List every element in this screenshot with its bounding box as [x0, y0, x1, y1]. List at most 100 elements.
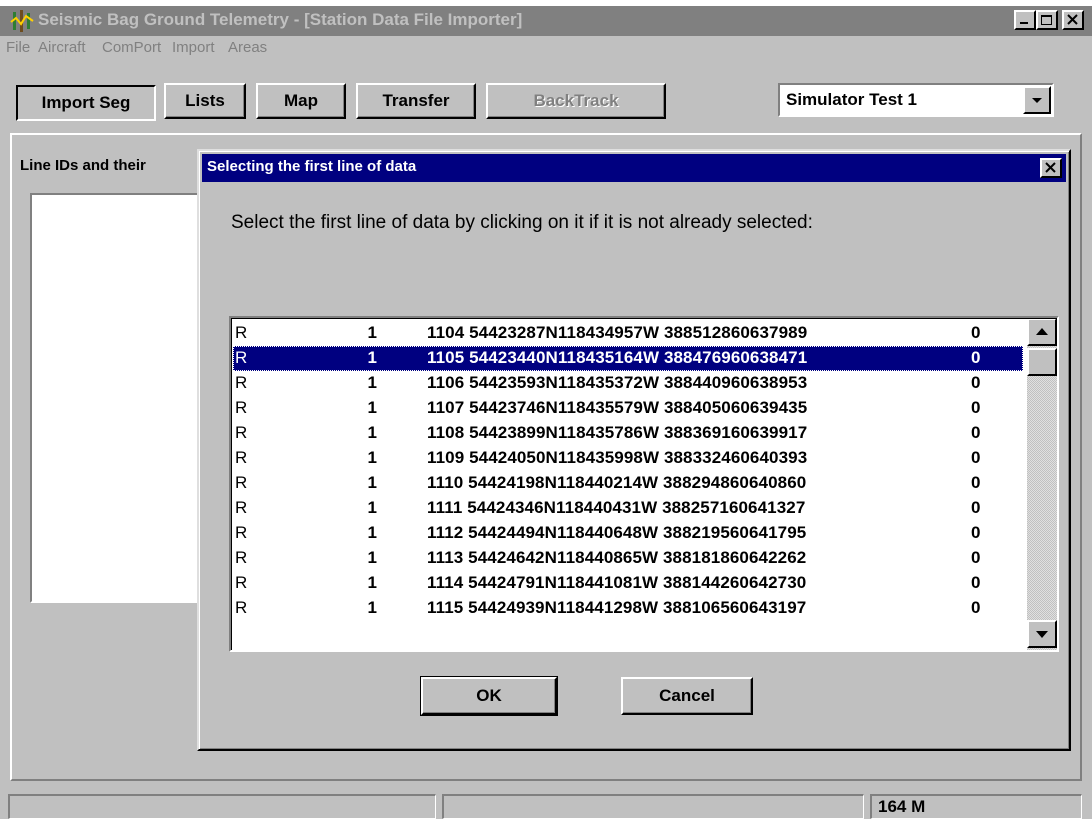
simulator-select[interactable]: Simulator Test 1 [778, 83, 1054, 117]
list-item[interactable]: R 1 1111 54424346N118440431W 3882571606413… [233, 496, 1023, 521]
combo-dropdown-button[interactable] [1023, 86, 1051, 114]
row-code: R [235, 573, 248, 592]
map-button[interactable]: Map [256, 83, 346, 119]
row-flag: 0 [971, 548, 981, 567]
dialog-close-button[interactable] [1040, 158, 1062, 178]
row-line-number: 1 [367, 423, 377, 442]
dialog-titlebar[interactable]: Selecting the first line of data [202, 154, 1066, 182]
row-code: R [235, 423, 248, 442]
minimize-icon [1020, 22, 1028, 24]
minimize-button[interactable] [1014, 10, 1036, 30]
row-code: R [235, 473, 248, 492]
row-data: 1112 54424494N118440648W 388219560641795 [427, 523, 807, 542]
backtrack-button: BackTrack [486, 83, 666, 119]
menu-comport[interactable]: ComPort [102, 39, 161, 56]
row-line-number: 1 [367, 598, 377, 617]
menu-file[interactable]: File [6, 39, 30, 56]
row-line-number: 1 [367, 498, 377, 517]
simulator-select-value: Simulator Test 1 [786, 90, 917, 109]
row-data: 1115 54424939N118441298W 388106560643197 [427, 598, 807, 617]
close-button[interactable] [1062, 10, 1084, 30]
line-ids-listbox[interactable] [30, 193, 210, 603]
row-line-number: 1 [367, 348, 377, 367]
scroll-down-button[interactable] [1027, 620, 1057, 648]
dialog-prompt: Select the first line of data by clickin… [231, 212, 813, 233]
row-flag: 0 [971, 473, 981, 492]
row-data: 1110 54424198N118440214W 388294860640860 [427, 473, 807, 492]
row-code: R [235, 448, 248, 467]
list-item[interactable]: R 1 1107 54423746N118435579W 3884050606394… [233, 396, 1023, 421]
maximize-button[interactable] [1036, 10, 1058, 30]
row-flag: 0 [971, 348, 981, 367]
status-pane-2 [442, 794, 864, 819]
listbox-scrollbar[interactable] [1027, 318, 1057, 650]
row-line-number: 1 [367, 573, 377, 592]
menu-areas[interactable]: Areas [228, 39, 267, 56]
main-titlebar[interactable]: Seismic Bag Ground Telemetry - [Station … [0, 6, 1092, 36]
seismic-app-icon [10, 10, 34, 32]
row-code: R [235, 523, 248, 542]
close-icon [1045, 162, 1056, 173]
row-flag: 0 [971, 573, 981, 592]
dialog-title: Selecting the first line of data [207, 158, 417, 175]
cancel-button[interactable]: Cancel [621, 677, 753, 715]
row-data: 1107 54423746N118435579W 388405060639435 [427, 398, 808, 417]
data-lines-rows: R 1 1104 54423287N118434957W 3885128606379… [233, 321, 1023, 621]
row-data: 1111 54424346N118440431W 388257160641327 [427, 498, 806, 517]
row-flag: 0 [971, 373, 981, 392]
row-flag: 0 [971, 523, 981, 542]
list-item[interactable]: R 1 1114 54424791N118441081W 3881442606427… [233, 571, 1023, 596]
row-line-number: 1 [367, 548, 377, 567]
row-flag: 0 [971, 448, 981, 467]
ok-button[interactable]: OK [420, 676, 558, 716]
row-code: R [235, 498, 248, 517]
row-line-number: 1 [367, 323, 377, 342]
data-lines-listbox[interactable]: R 1 1104 54423287N118434957W 3885128606379… [229, 316, 1059, 652]
row-line-number: 1 [367, 398, 377, 417]
scroll-thumb[interactable] [1027, 348, 1057, 376]
row-data: 1104 54423287N118434957W 388512860637989 [427, 323, 808, 342]
scroll-down-arrow-icon [1036, 631, 1048, 638]
list-item[interactable]: R 1 1106 54423593N118435372W 3884409606389… [233, 371, 1023, 396]
menu-import[interactable]: Import [172, 39, 215, 56]
list-item[interactable]: R 1 1104 54423287N118434957W 3885128606379… [233, 321, 1023, 346]
list-item[interactable]: R 1 1110 54424198N118440214W 3882948606408… [233, 471, 1023, 496]
select-first-line-dialog: Selecting the first line of data Select … [197, 149, 1071, 751]
row-line-number: 1 [367, 473, 377, 492]
row-code: R [235, 598, 248, 617]
chevron-down-icon [1032, 98, 1042, 103]
row-code: R [235, 398, 248, 417]
memory-status: 164 M [878, 797, 926, 816]
row-flag: 0 [971, 423, 981, 442]
row-line-number: 1 [367, 448, 377, 467]
menu-bar: File Aircraft ComPort Import Areas [0, 36, 1092, 60]
row-line-number: 1 [367, 373, 377, 392]
row-data: 1105 54423440N118435164W 388476960638471 [427, 348, 808, 367]
row-data: 1106 54423593N118435372W 388440960638953 [427, 373, 808, 392]
list-item[interactable]: R 1 1113 54424642N118440865W 3881818606422… [233, 546, 1023, 571]
lists-button[interactable]: Lists [164, 83, 246, 119]
row-flag: 0 [971, 323, 981, 342]
row-flag: 0 [971, 598, 981, 617]
row-code: R [235, 348, 248, 367]
list-item[interactable]: R 1 1105 54423440N118435164W 3884769606384… [233, 346, 1023, 371]
menu-aircraft[interactable]: Aircraft [38, 39, 86, 56]
list-item[interactable]: R 1 1115 54424939N118441298W 3881065606431… [233, 596, 1023, 621]
transfer-button[interactable]: Transfer [356, 83, 476, 119]
scroll-up-arrow-icon [1036, 328, 1048, 335]
row-data: 1108 54423899N118435786W 388369160639917 [427, 423, 808, 442]
maximize-icon [1041, 15, 1052, 25]
list-item[interactable]: R 1 1108 54423899N118435786W 3883691606399… [233, 421, 1023, 446]
row-flag: 0 [971, 398, 981, 417]
row-code: R [235, 373, 248, 392]
list-item[interactable]: R 1 1109 54424050N118435998W 3883324606403… [233, 446, 1023, 471]
row-flag: 0 [971, 498, 981, 517]
row-data: 1114 54424791N118441081W 388144260642730 [427, 573, 807, 592]
import-seg-button[interactable]: Import Seg [16, 85, 156, 121]
list-item[interactable]: R 1 1112 54424494N118440648W 3882195606417… [233, 521, 1023, 546]
row-data: 1113 54424642N118440865W 388181860642262 [427, 548, 807, 567]
main-window: Seismic Bag Ground Telemetry - [Station … [0, 6, 1092, 819]
status-pane-memory: 164 M [870, 794, 1082, 819]
scroll-up-button[interactable] [1027, 318, 1057, 346]
row-line-number: 1 [367, 523, 377, 542]
